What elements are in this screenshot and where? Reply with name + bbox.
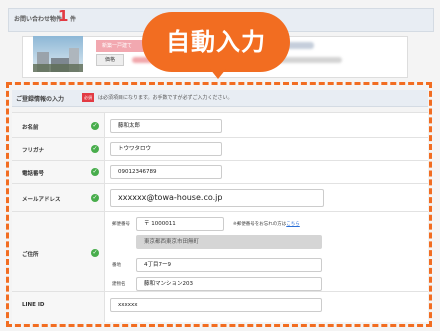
inquiry-count: 1 [58, 7, 69, 25]
inquiry-count-unit: 件 [70, 16, 77, 23]
property-thumbnail[interactable] [33, 36, 83, 72]
price-label: 価格 [96, 54, 124, 66]
inquiry-title: お問い合わせ物件 [14, 16, 63, 23]
autofill-callout-text: 自動入力 [166, 28, 266, 56]
autofill-highlight-frame [6, 82, 432, 327]
